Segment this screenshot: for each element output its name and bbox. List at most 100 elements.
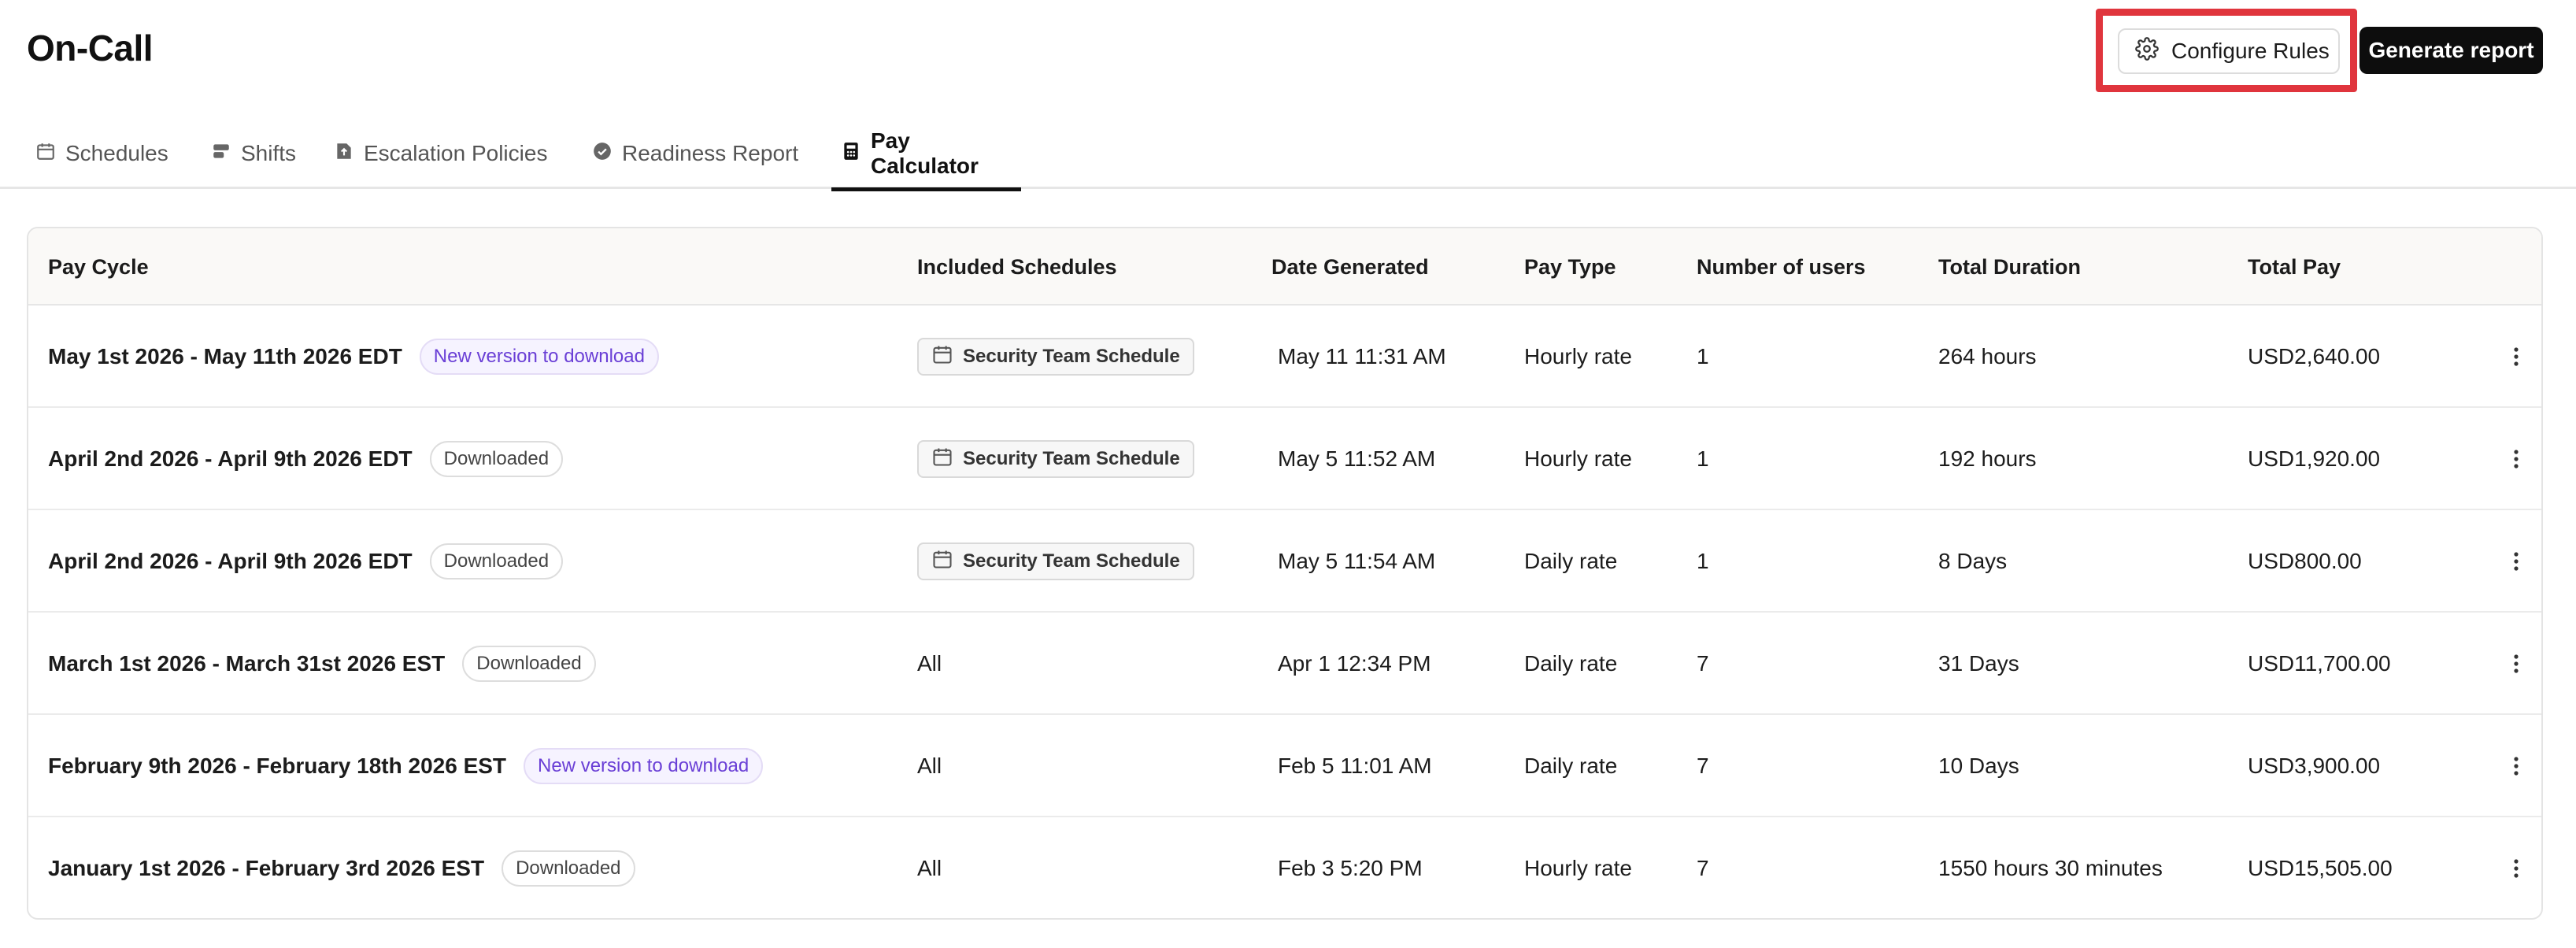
date-generated-cell: Feb 5 11:01 AM bbox=[1278, 754, 1432, 778]
pay-cycle-cell: February 9th 2026 - February 18th 2026 E… bbox=[48, 715, 764, 817]
pay-type-cell: Hourly rate bbox=[1524, 446, 1632, 471]
status-badge: New version to download bbox=[524, 748, 764, 784]
schedule-cell: All bbox=[917, 856, 942, 880]
pay-cycle-cell: January 1st 2026 - February 3rd 2026 EST… bbox=[48, 817, 635, 918]
status-badge: New version to download bbox=[419, 339, 659, 375]
check-circle-icon bbox=[592, 141, 613, 167]
table-row[interactable]: February 9th 2026 - February 18th 2026 E… bbox=[28, 715, 2541, 817]
calendar-icon bbox=[931, 446, 953, 473]
page-header: On-Call Configure Rules Generate report bbox=[0, 0, 2576, 102]
tab-label: Shifts bbox=[241, 141, 297, 165]
schedule-chip-label: Security Team Schedule bbox=[963, 448, 1180, 469]
pay-type-cell: Daily rate bbox=[1524, 549, 1618, 573]
tab-shifts[interactable]: Shifts bbox=[202, 118, 305, 189]
tab-readiness-report[interactable]: Readiness Report bbox=[583, 118, 808, 189]
date-generated-cell: May 11 11:31 AM bbox=[1278, 344, 1446, 368]
pay-type-cell: Hourly rate bbox=[1524, 344, 1632, 368]
generate-report-button[interactable]: Generate report bbox=[2359, 27, 2543, 74]
status-badge: Downloaded bbox=[462, 646, 596, 682]
pay-type-cell: Daily rate bbox=[1524, 651, 1618, 676]
tab-label: Readiness Report bbox=[622, 141, 799, 165]
table-row[interactable]: April 2nd 2026 - April 9th 2026 EDT Down… bbox=[28, 510, 2541, 613]
column-header-pay-type: Pay Type bbox=[1524, 254, 1616, 279]
users-cell: 7 bbox=[1697, 754, 1709, 778]
row-menu-icon[interactable] bbox=[2507, 715, 2526, 817]
row-menu-icon[interactable] bbox=[2507, 510, 2526, 613]
users-cell: 1 bbox=[1697, 344, 1709, 368]
users-cell: 7 bbox=[1697, 651, 1709, 676]
tab-label: Schedules bbox=[65, 141, 168, 165]
users-cell: 1 bbox=[1697, 446, 1709, 471]
duration-cell: 264 hours bbox=[1938, 344, 2037, 368]
duration-cell: 192 hours bbox=[1938, 446, 2037, 471]
date-generated-cell: May 5 11:52 AM bbox=[1278, 446, 1436, 471]
tab-escalation-policies[interactable]: Escalation Policies bbox=[324, 118, 557, 189]
duration-cell: 1550 hours 30 minutes bbox=[1938, 856, 2163, 880]
duration-cell: 8 Days bbox=[1938, 549, 2008, 573]
pay-cycle-text: February 9th 2026 - February 18th 2026 E… bbox=[48, 754, 507, 778]
date-generated-cell: Apr 1 12:34 PM bbox=[1278, 651, 1431, 676]
users-cell: 7 bbox=[1697, 856, 1709, 880]
pay-cycle-text: May 1st 2026 - May 11th 2026 EDT bbox=[48, 344, 402, 368]
pay-type-cell: Hourly rate bbox=[1524, 856, 1632, 880]
pay-cycle-cell: April 2nd 2026 - April 9th 2026 EDT Down… bbox=[48, 510, 564, 613]
shifts-icon bbox=[211, 141, 231, 167]
column-header-date-generated: Date Generated bbox=[1271, 254, 1429, 279]
schedule-cell: All bbox=[917, 754, 942, 778]
pay-cycle-cell: April 2nd 2026 - April 9th 2026 EDT Down… bbox=[48, 408, 564, 510]
pay-cycle-text: March 1st 2026 - March 31st 2026 EST bbox=[48, 651, 446, 676]
total-pay-cell: USD800.00 bbox=[2248, 549, 2362, 573]
pay-cycle-text: April 2nd 2026 - April 9th 2026 EDT bbox=[48, 446, 413, 471]
configure-rules-label: Configure Rules bbox=[2171, 39, 2330, 63]
gear-icon bbox=[2135, 36, 2159, 66]
schedule-cell: Security Team Schedule bbox=[917, 408, 1194, 510]
tab-label: Pay Calculator bbox=[871, 128, 979, 178]
row-menu-icon[interactable] bbox=[2507, 613, 2526, 715]
schedule-cell: All bbox=[917, 651, 942, 676]
pay-cycle-cell: May 1st 2026 - May 11th 2026 EDT New ver… bbox=[48, 306, 659, 408]
column-header-pay-cycle: Pay Cycle bbox=[48, 254, 149, 279]
schedule-chip-label: Security Team Schedule bbox=[963, 550, 1180, 572]
row-menu-icon[interactable] bbox=[2507, 306, 2526, 408]
pay-cycle-text: January 1st 2026 - February 3rd 2026 EST bbox=[48, 856, 485, 880]
status-badge: Downloaded bbox=[429, 441, 564, 477]
date-generated-cell: May 5 11:54 AM bbox=[1278, 549, 1436, 573]
pay-cycle-cell: March 1st 2026 - March 31st 2026 EST Dow… bbox=[48, 613, 596, 715]
escalation-icon bbox=[334, 141, 354, 167]
duration-cell: 10 Days bbox=[1938, 754, 2019, 778]
table-row[interactable]: March 1st 2026 - March 31st 2026 EST Dow… bbox=[28, 613, 2541, 715]
pay-cycle-text: April 2nd 2026 - April 9th 2026 EDT bbox=[48, 549, 413, 573]
tab-label: Escalation Policies bbox=[364, 141, 548, 165]
schedule-cell: Security Team Schedule bbox=[917, 306, 1194, 408]
table-row[interactable]: April 2nd 2026 - April 9th 2026 EDT Down… bbox=[28, 408, 2541, 510]
schedule-chip[interactable]: Security Team Schedule bbox=[917, 440, 1194, 478]
schedule-chip[interactable]: Security Team Schedule bbox=[917, 543, 1194, 580]
schedule-chip[interactable]: Security Team Schedule bbox=[917, 338, 1194, 376]
configure-rules-button[interactable]: Configure Rules bbox=[2118, 28, 2340, 74]
schedule-cell: Security Team Schedule bbox=[917, 510, 1194, 613]
date-generated-cell: Feb 3 5:20 PM bbox=[1278, 856, 1423, 880]
status-badge: Downloaded bbox=[429, 543, 564, 580]
total-pay-cell: USD11,700.00 bbox=[2248, 651, 2391, 676]
page-title: On-Call bbox=[27, 28, 154, 69]
tab-schedules[interactable]: Schedules bbox=[26, 118, 178, 189]
column-header-total-pay: Total Pay bbox=[2248, 254, 2341, 279]
row-menu-icon[interactable] bbox=[2507, 408, 2526, 510]
calendar-icon bbox=[35, 141, 56, 167]
column-header-total-duration: Total Duration bbox=[1938, 254, 2081, 279]
table-row[interactable]: May 1st 2026 - May 11th 2026 EDT New ver… bbox=[28, 306, 2541, 408]
tab-bar: Schedules Shifts Escalation Policies Rea… bbox=[0, 118, 2576, 191]
column-header-included-schedules: Included Schedules bbox=[917, 254, 1117, 279]
pay-calculator-table: Pay Cycle Included Schedules Date Genera… bbox=[27, 227, 2543, 920]
pay-type-cell: Daily rate bbox=[1524, 754, 1618, 778]
column-header-number-of-users: Number of users bbox=[1697, 254, 1866, 279]
row-menu-icon[interactable] bbox=[2507, 817, 2526, 918]
calendar-icon bbox=[931, 548, 953, 576]
status-badge: Downloaded bbox=[502, 850, 635, 887]
tab-pay-calculator[interactable]: Pay Calculator bbox=[831, 118, 1021, 191]
table-row[interactable]: January 1st 2026 - February 3rd 2026 EST… bbox=[28, 817, 2541, 918]
total-pay-cell: USD15,505.00 bbox=[2248, 856, 2393, 880]
table-header: Pay Cycle Included Schedules Date Genera… bbox=[28, 228, 2541, 306]
calendar-icon bbox=[931, 343, 953, 371]
schedule-chip-label: Security Team Schedule bbox=[963, 346, 1180, 367]
